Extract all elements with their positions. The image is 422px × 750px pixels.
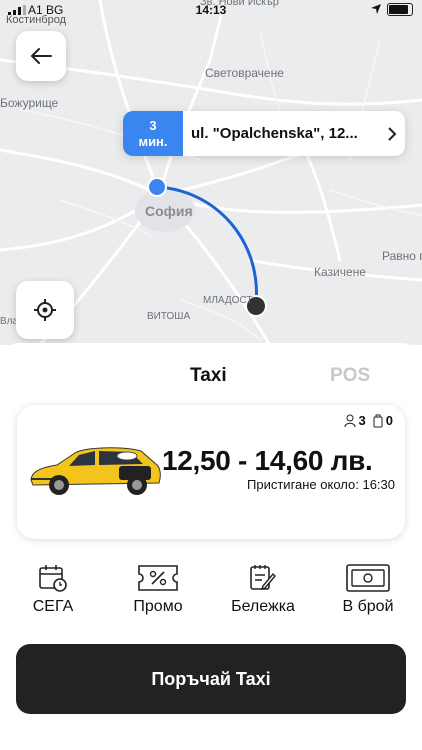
taxi-offer-card[interactable]: 3 0 12,50 - 14,60 лв. Пристигане около: … <box>17 405 405 539</box>
passenger-icon <box>344 414 356 427</box>
map-label-vitosha: ВИТОША <box>147 311 191 322</box>
map-label-kazichene: Казичене <box>314 265 366 279</box>
service-tabs: Taxi POS <box>0 365 422 393</box>
location-arrow-icon <box>371 4 381 14</box>
map-label-ravno-pole: Равно п <box>382 249 422 263</box>
map-label-svetovrachene: Световрачене <box>205 66 284 80</box>
eta-unit: мин. <box>138 133 168 149</box>
crosshair-icon <box>34 299 56 321</box>
eta-minutes: 3 <box>149 117 157 133</box>
arrow-left-icon <box>30 48 52 64</box>
luggage-icon <box>373 414 383 427</box>
arrival-time: Пристигане около: 16:30 <box>247 477 395 492</box>
status-bar: A1 BG Костинброд 14:13 <box>0 0 422 26</box>
map-view[interactable]: Зв. Нови Искър Световрачене Божурище Соф… <box>0 0 422 345</box>
tab-taxi[interactable]: Taxi <box>190 365 227 387</box>
option-now-label: СЕГА <box>32 598 74 615</box>
option-promo-label: Промо <box>133 598 183 615</box>
option-note-label: Бележка <box>231 598 295 615</box>
calendar-clock-icon <box>39 565 67 592</box>
option-now[interactable]: СЕГА <box>3 562 103 616</box>
order-taxi-button[interactable]: Поръчай Taxi <box>16 644 406 714</box>
tab-pos[interactable]: POS <box>330 365 370 387</box>
luggage-count: 0 <box>385 413 393 428</box>
taxi-car-image <box>30 447 161 495</box>
clock: 14:13 <box>195 3 227 17</box>
eta-address-pill[interactable]: 3 мин. ul. "Opalchenska", 12... <box>123 111 405 156</box>
passenger-count: 3 <box>358 413 366 428</box>
capacity-info: 3 0 <box>344 413 393 428</box>
map-label-sofia: София <box>145 203 193 219</box>
origin-marker <box>147 177 167 197</box>
back-button[interactable] <box>16 31 66 81</box>
battery-icon <box>387 3 413 16</box>
cash-icon <box>346 564 390 592</box>
eta-minutes-badge: 3 мин. <box>123 111 183 156</box>
option-cash-label: В брой <box>342 598 394 615</box>
locate-me-button[interactable] <box>16 281 74 339</box>
option-cash[interactable]: В брой <box>318 562 418 616</box>
promo-ticket-icon <box>138 565 178 591</box>
map-label-bozhurishte: Божурище <box>0 96 59 110</box>
eta-address: ul. "Opalchenska", 12... <box>191 125 358 142</box>
option-note[interactable]: Бележка <box>213 562 313 616</box>
option-promo[interactable]: Промо <box>108 562 208 616</box>
note-pencil-icon <box>250 565 276 591</box>
order-options: СЕГА Промо Бележка В брой <box>0 562 422 622</box>
map-label-mladost: МЛАДОСТ <box>203 295 253 306</box>
price-range: 12,50 - 14,60 лв. <box>162 445 373 476</box>
chevron-right-icon <box>379 111 405 156</box>
